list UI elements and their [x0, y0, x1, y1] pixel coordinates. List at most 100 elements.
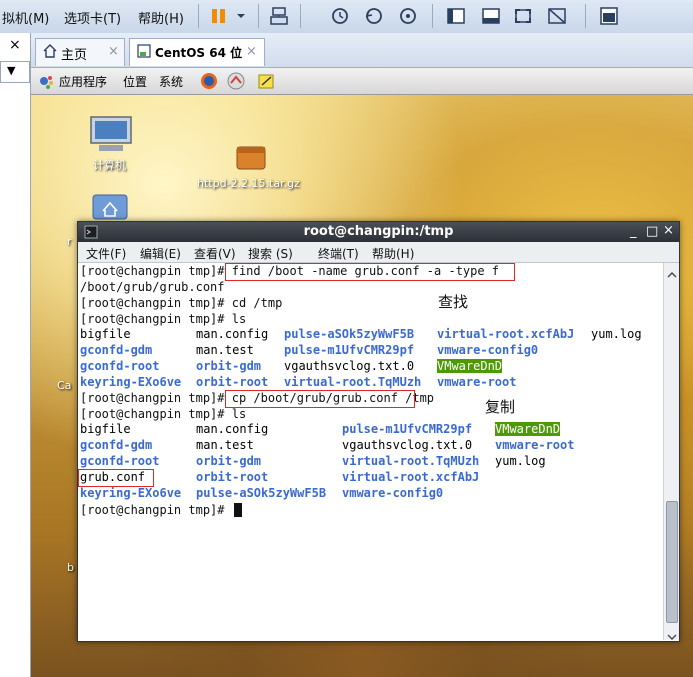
- maximize-icon[interactable]: □: [646, 224, 658, 239]
- ls-entry: pulse-aSOk5zyWwF5B: [196, 486, 327, 500]
- ls-entry: yum.log: [495, 454, 546, 468]
- menu-tabs[interactable]: 选项卡(T): [64, 8, 121, 27]
- close-icon[interactable]: ×: [9, 37, 21, 53]
- vmware-menubar: 拟机(M) 选项卡(T) 帮助(H): [0, 0, 693, 34]
- minimize-icon[interactable]: _: [630, 224, 637, 239]
- ls-entry: vmware-config0: [342, 486, 444, 500]
- ls-entry: keyring-EXo6ve: [80, 375, 182, 389]
- sidebar-view-icon[interactable]: [445, 5, 467, 27]
- menu-places[interactable]: 位置: [123, 73, 147, 90]
- prompt: [root@changpin tmp]#: [80, 407, 225, 421]
- chevron-down-icon[interactable]: [230, 5, 252, 27]
- cp-command-highlight: [225, 390, 415, 408]
- prompt: [root@changpin tmp]#: [80, 312, 225, 326]
- ls-entry: virtual-root.TqMUzh: [342, 454, 480, 468]
- ls-entry: man.config: [196, 422, 269, 436]
- tab-home-label: 主页: [61, 48, 88, 63]
- text-cursor: [234, 503, 242, 517]
- close-icon[interactable]: ×: [246, 44, 257, 59]
- desktop-partial-label: b: [67, 561, 74, 574]
- close-icon[interactable]: ×: [663, 223, 674, 238]
- console-view-icon[interactable]: [480, 5, 502, 27]
- command: [225, 503, 232, 517]
- snapshot-manager-icon[interactable]: [397, 5, 419, 27]
- archive-icon[interactable]: [234, 139, 268, 175]
- ls-entry: VMwareDnD: [437, 359, 503, 373]
- terminal-menu-view[interactable]: 查看(V): [194, 245, 236, 262]
- ls-entry: orbit-gdm: [196, 454, 262, 468]
- send-ctrl-alt-del-icon[interactable]: [268, 5, 290, 27]
- pause-icon[interactable]: [208, 5, 230, 27]
- menu-help[interactable]: 帮助(H): [138, 8, 184, 27]
- preferences-icon[interactable]: [598, 5, 620, 27]
- desktop-partial-label: r: [67, 235, 72, 248]
- prompt: [root@changpin tmp]#: [80, 391, 225, 405]
- tab-centos[interactable]: CentOS 64 位 ×: [129, 38, 265, 66]
- firefox-icon[interactable]: [199, 71, 219, 94]
- scroll-up-icon[interactable]: [667, 265, 677, 284]
- ls-entry: VMwareDnD: [495, 422, 561, 436]
- ls-entry: gconfd-root: [80, 359, 160, 373]
- ls-entry: gconfd-root: [80, 454, 160, 468]
- terminal-menu-edit[interactable]: 编辑(E): [140, 245, 181, 262]
- tab-home[interactable]: 主页 ×: [35, 38, 125, 66]
- gnome-foot-icon: [37, 72, 55, 93]
- ls-entry: orbit-root: [196, 375, 269, 389]
- terminal-menu-help[interactable]: 帮助(H): [372, 245, 414, 262]
- terminal-menu-file[interactable]: 文件(F): [86, 245, 126, 262]
- terminal-line: /boot/grub/grub.conf: [80, 280, 225, 294]
- tab-centos-label: CentOS 64 位: [155, 46, 243, 60]
- terminal-titlebar[interactable]: root@changpin:/tmp _ □ ×: [78, 222, 679, 242]
- terminal-line: [root@changpin tmp]#: [80, 502, 232, 518]
- annotation-find: 查找: [438, 293, 469, 311]
- find-command-highlight: [225, 263, 515, 281]
- revert-snapshot-icon[interactable]: [363, 5, 385, 27]
- terminal-menu-terminal[interactable]: 终端(T): [318, 245, 359, 262]
- ls-entry: keyring-EXo6ve: [80, 486, 182, 500]
- toolbar-separator: [585, 4, 586, 28]
- ls-entry: orbit-root: [196, 470, 269, 484]
- computer-icon[interactable]: [89, 115, 133, 159]
- notes-icon[interactable]: [256, 71, 276, 94]
- home-folder-icon[interactable]: [91, 191, 129, 225]
- ls-entry: vgauthsvclog.txt.0: [342, 438, 473, 452]
- ls-entry: vmware-root: [437, 375, 517, 389]
- evolution-icon[interactable]: [226, 71, 246, 94]
- ls-entry: man.config: [196, 327, 269, 341]
- gnome-top-panel: 应用程序 位置 系统: [31, 68, 693, 95]
- toolbar-separator: [432, 4, 433, 28]
- chevron-down-icon: ▼: [7, 64, 16, 77]
- menu-applications[interactable]: 应用程序: [59, 73, 107, 90]
- vm-tab-bar: 主页 × CentOS 64 位 ×: [31, 33, 693, 68]
- menu-system[interactable]: 系统: [159, 73, 183, 90]
- ls-entry: vmware-root: [495, 438, 575, 452]
- library-dropdown[interactable]: ▼: [0, 61, 30, 83]
- ls-entry: gconfd-gdm: [80, 343, 153, 357]
- terminal-output[interactable]: [root@changpin tmp]# find /boot -name gr…: [78, 263, 663, 640]
- home-icon: [42, 43, 58, 63]
- terminal-scrollbar[interactable]: [663, 263, 679, 640]
- ls-entry: man.test: [196, 438, 254, 452]
- ls-entry: vgauthsvclog.txt.0: [284, 359, 415, 373]
- toolbar-separator: [300, 4, 301, 28]
- terminal-line: [root@changpin tmp]# cd /tmp: [80, 295, 282, 311]
- ls-entry: bigfile: [80, 422, 131, 436]
- terminal-menu-search[interactable]: 搜索 (S): [248, 245, 293, 262]
- scroll-down-icon[interactable]: [667, 627, 677, 646]
- menu-vm[interactable]: 拟机(M): [2, 8, 49, 27]
- ls-entry: gconfd-gdm: [80, 438, 153, 452]
- desktop-partial-label: Ca: [57, 379, 72, 392]
- fullscreen-icon[interactable]: [512, 5, 534, 27]
- library-pane: × ▼: [0, 33, 31, 677]
- terminal-line: [root@changpin tmp]# ls: [80, 311, 246, 327]
- vm-icon: [136, 43, 152, 63]
- terminal-window[interactable]: root@changpin:/tmp _ □ × 文件(F) 编辑(E) 查看(…: [77, 221, 680, 642]
- close-icon[interactable]: ×: [108, 44, 119, 59]
- scrollbar-thumb[interactable]: [666, 501, 678, 623]
- unity-icon[interactable]: [546, 5, 568, 27]
- command: ls: [224, 312, 247, 326]
- terminal-line: [root@changpin tmp]# ls: [80, 406, 246, 422]
- prompt: [root@changpin tmp]#: [80, 296, 225, 310]
- ls-entry: yum.log: [591, 327, 642, 341]
- snapshot-icon[interactable]: [329, 5, 351, 27]
